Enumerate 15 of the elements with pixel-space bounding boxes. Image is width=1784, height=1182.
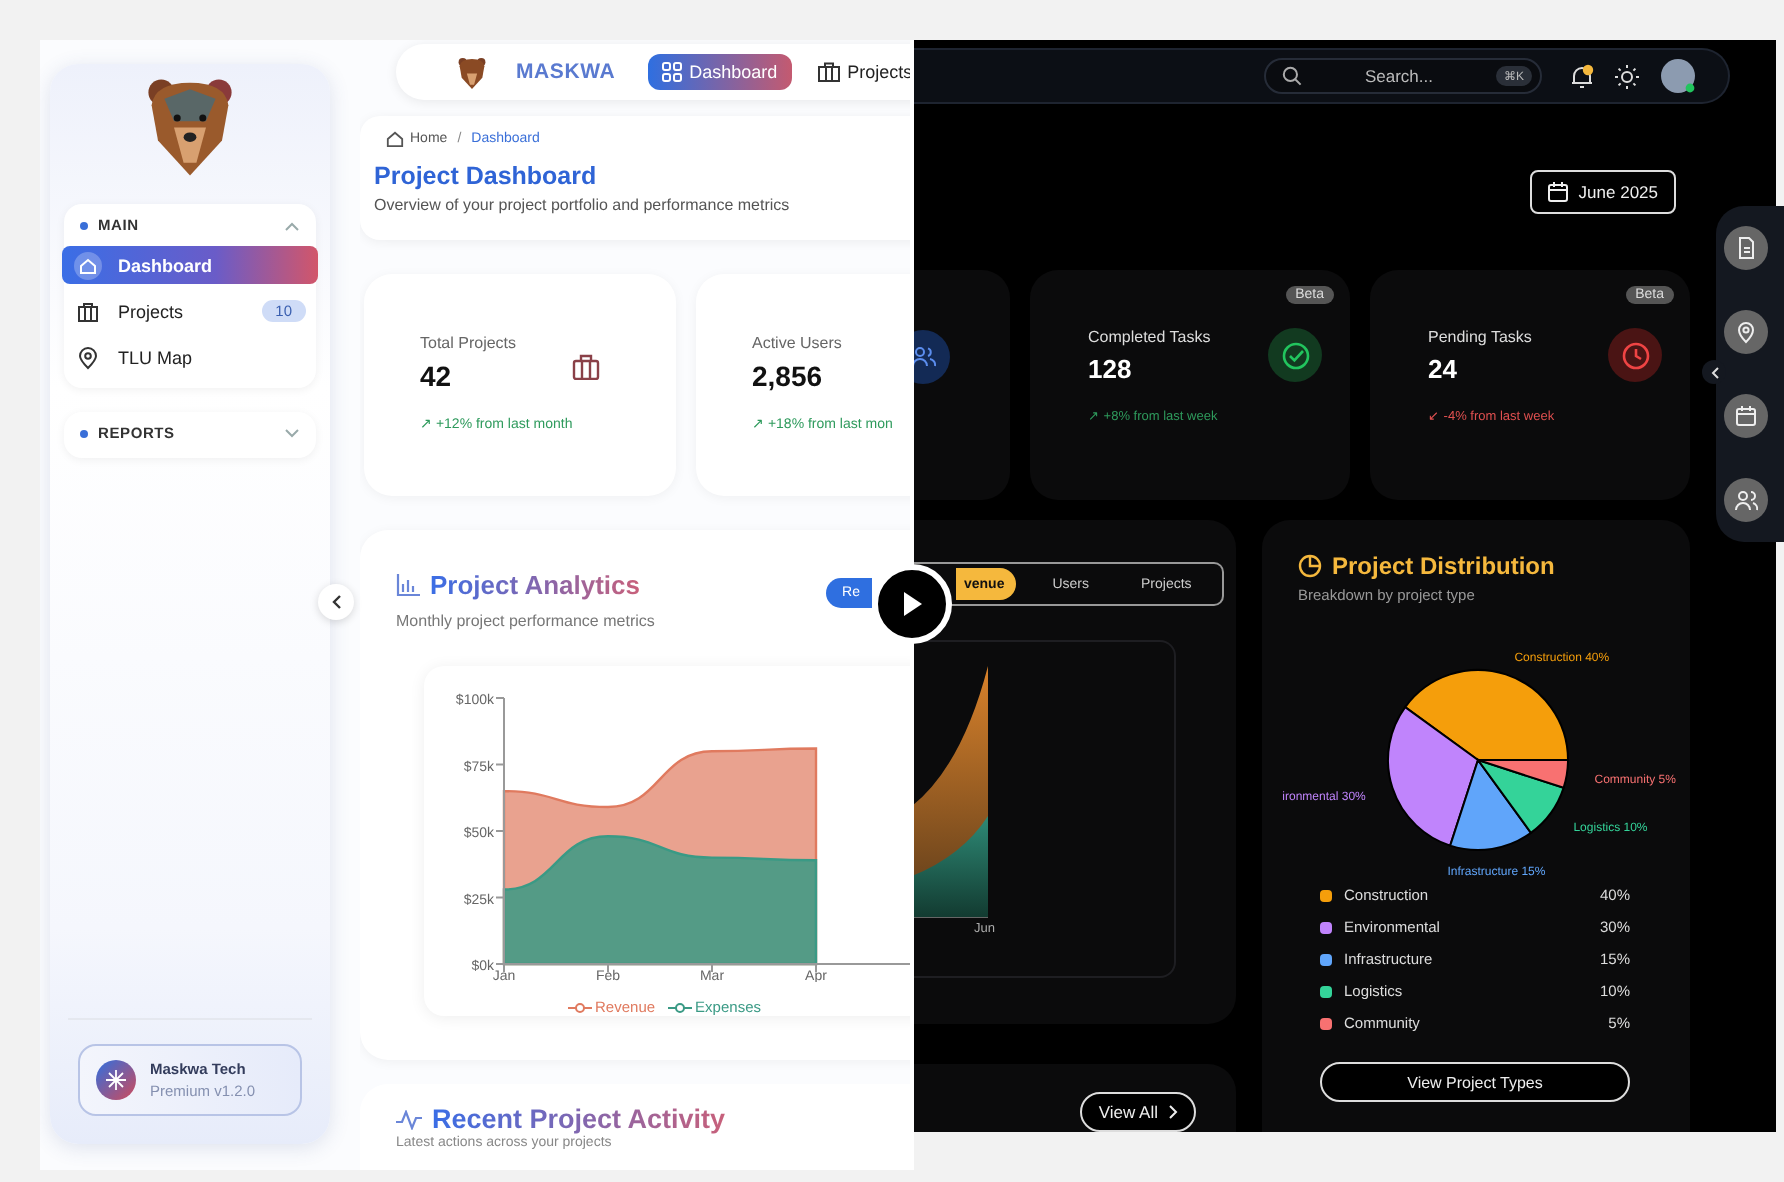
card-title: Project Analytics	[430, 570, 641, 600]
stat-label: Active Users	[752, 334, 844, 352]
brand-name: MASKWA	[516, 60, 616, 84]
stat-label: Completed Tasks	[1088, 328, 1213, 346]
stat-label: Pending Tasks	[1428, 328, 1534, 346]
page-title: Project Dashboard	[374, 162, 599, 190]
card-title: Recent Project Activity	[432, 1104, 726, 1134]
stat-value: 42	[420, 360, 454, 392]
stat-value: 24	[1428, 354, 1459, 384]
page-subtitle: Overview of your project portfolio and performance metrics	[374, 196, 792, 214]
card-title: Project Distribution	[1332, 552, 1555, 580]
stat-value: 2,856	[752, 360, 825, 392]
stat-value: 128	[1088, 354, 1134, 384]
stat-label: Total Projects	[420, 334, 519, 352]
card-subtitle: Monthly project performance metrics	[396, 612, 655, 630]
